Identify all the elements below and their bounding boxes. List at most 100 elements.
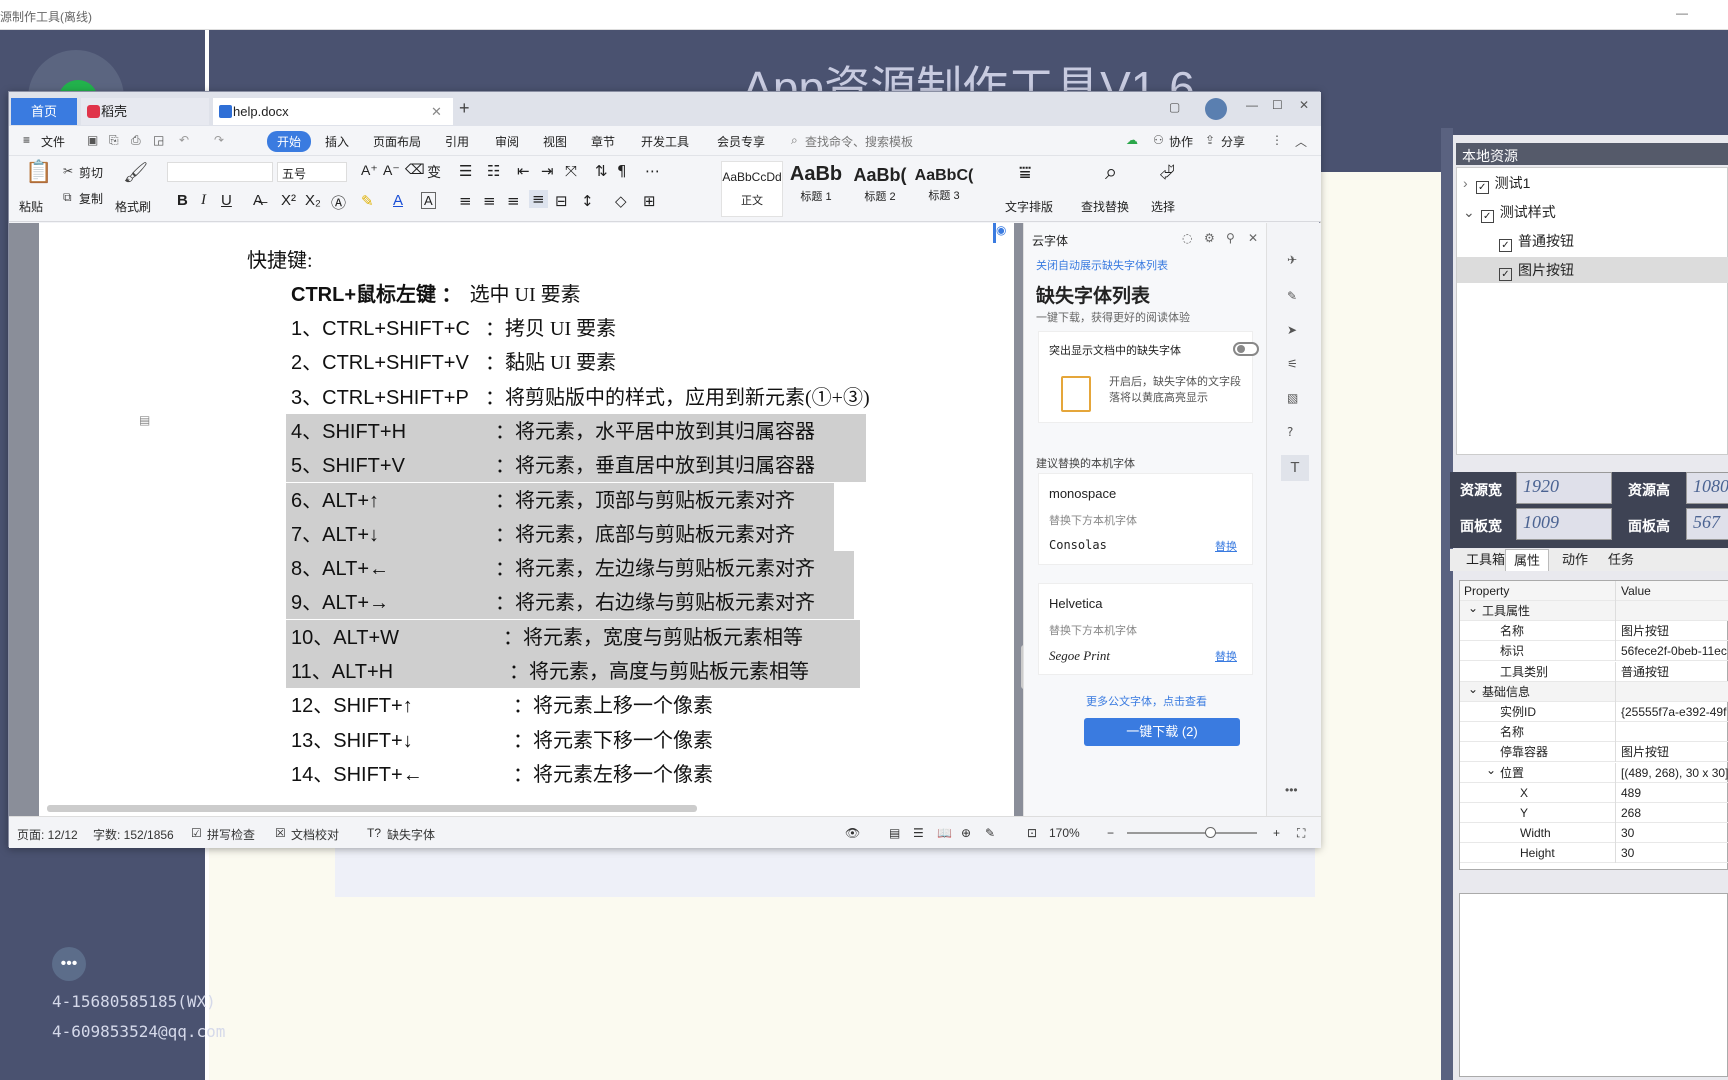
bullet-list-icon[interactable]: ☰	[459, 162, 472, 180]
chat-icon[interactable]: •••	[52, 947, 86, 981]
property-row[interactable]: X 489	[1460, 782, 1728, 803]
menu-view[interactable]: 视图	[543, 133, 567, 150]
export-icon[interactable]: ⎘	[109, 133, 119, 148]
tab-home[interactable]: 首页	[11, 98, 77, 125]
horizontal-scrollbar[interactable]	[47, 805, 697, 812]
line-spacing-icon[interactable]: ↕	[581, 192, 594, 210]
increase-indent-icon[interactable]: ⇥	[541, 162, 554, 180]
tab-daoke[interactable]: 稻壳	[81, 98, 209, 125]
justify-icon[interactable]: ≡	[529, 190, 548, 208]
phonetic-icon[interactable]: 变	[427, 162, 441, 182]
property-row[interactable]: 停靠容器 图片按钮	[1460, 742, 1728, 763]
italic-icon[interactable]: I	[201, 192, 206, 209]
res-width-field[interactable]: 1920	[1516, 472, 1612, 504]
find-replace-button[interactable]: 查找替换	[1081, 198, 1129, 215]
chevron-down-icon[interactable]: ⌄	[1463, 204, 1475, 220]
menu-start[interactable]: 开始	[267, 131, 312, 152]
sort-icon[interactable]: ⇅	[595, 162, 608, 180]
underline-icon[interactable]: U	[221, 192, 232, 209]
menu-member[interactable]: 会员专享	[717, 133, 765, 150]
gear-icon[interactable]: ⚙	[1204, 231, 1215, 245]
web-view-icon[interactable]: ⊕	[961, 826, 971, 840]
pen-icon[interactable]: ✎	[1287, 289, 1297, 303]
document-page[interactable]: ▤ 快捷键: CTRL+鼠标左键 ：选中 UI 要素 1、CTRL+SHIFT+C：…	[39, 223, 1029, 816]
auto-close-link[interactable]: 关闭自动展示缺失字体列表	[1036, 257, 1168, 273]
replace-link[interactable]: 替换	[1215, 538, 1237, 554]
highlight-toggle[interactable]	[1233, 342, 1259, 356]
chat-icon[interactable]: ◌	[1182, 231, 1192, 245]
checkbox[interactable]: ✓	[1475, 181, 1489, 194]
align-right-icon[interactable]: ≡	[507, 192, 520, 210]
maximize-icon[interactable]: ☐	[1272, 98, 1283, 112]
close-panel-icon[interactable]: ✕	[1248, 231, 1258, 245]
property-value[interactable]: 268	[1615, 803, 1728, 823]
minimize-icon[interactable]: —	[1676, 6, 1688, 20]
eye-icon[interactable]: 👁	[845, 826, 860, 840]
new-tab-icon[interactable]: +	[459, 98, 470, 119]
outline-view-icon[interactable]: ☰	[913, 826, 924, 840]
property-value[interactable]	[1615, 681, 1728, 702]
splitter[interactable]	[1441, 128, 1453, 1080]
text-layout-button[interactable]: 文字排版	[1005, 198, 1053, 215]
preview-icon[interactable]: ◲	[153, 133, 164, 147]
help-icon[interactable]: ?	[1287, 425, 1293, 439]
property-row[interactable]: 名称	[1460, 722, 1728, 743]
format-painter-button[interactable]: 格式刷	[115, 198, 151, 215]
missing-font-button[interactable]: 缺失字体	[387, 826, 435, 843]
decrease-indent-icon[interactable]: ⇤	[517, 162, 530, 180]
property-row[interactable]: ⌄ 位置 [(489, 268), 30 x 30]	[1460, 762, 1728, 783]
property-row[interactable]: 实例ID {25555f7a-e392-49f	[1460, 702, 1728, 722]
more-icon[interactable]: ⋮	[1271, 133, 1283, 147]
property-value[interactable]: 30	[1615, 843, 1728, 864]
command-search-input[interactable]: 查找命令、搜索模板	[805, 133, 913, 150]
undo-icon[interactable]: ↶	[179, 133, 189, 147]
strikethrough-icon[interactable]: A̶	[253, 192, 263, 209]
write-view-icon[interactable]: ✎	[985, 826, 995, 840]
tab-properties[interactable]: 属性	[1505, 549, 1550, 571]
property-row[interactable]: 工具类别 普通按钮	[1460, 661, 1728, 682]
menu-chapter[interactable]: 章节	[591, 133, 615, 150]
grow-font-icon[interactable]: A⁺	[361, 162, 378, 179]
numbered-list-icon[interactable]: ☷	[487, 162, 500, 180]
font-size-select[interactable]: 五号	[277, 162, 347, 182]
menu-references[interactable]: 引用	[445, 133, 469, 150]
paste-button[interactable]: 粘贴	[19, 198, 43, 215]
property-row[interactable]: Width 30	[1460, 823, 1728, 844]
menu-developer[interactable]: 开发工具	[641, 133, 689, 150]
paste-icon[interactable]: 📋	[25, 160, 52, 185]
property-value[interactable]: 普通按钮	[1615, 661, 1728, 682]
replace-link[interactable]: 替换	[1215, 648, 1237, 664]
tab-help-docx[interactable]: help.docx ✕	[213, 98, 453, 125]
property-row[interactable]: 名称 图片按钮	[1460, 621, 1728, 642]
checkbox[interactable]: ✓	[1499, 268, 1512, 281]
tree-item-test-style[interactable]: ⌄ ✓ 测试样式	[1457, 199, 1728, 225]
download-all-button[interactable]: 一键下载 (2)	[1084, 718, 1240, 746]
hamburger-icon[interactable]: ≡	[23, 133, 30, 147]
font-family-select[interactable]	[167, 162, 273, 182]
tab-tasks[interactable]: 任务	[1600, 549, 1642, 571]
location-pin-icon[interactable]: ◉	[993, 223, 1013, 243]
zoom-level[interactable]: 170%	[1049, 826, 1080, 840]
pin-icon[interactable]: ⚲	[1226, 231, 1235, 245]
cursor-icon[interactable]: ➤	[1287, 323, 1297, 337]
font-color-icon[interactable]: A	[393, 192, 403, 209]
redo-icon[interactable]: ↷	[214, 133, 224, 147]
user-avatar[interactable]	[1205, 98, 1227, 120]
close-tab-icon[interactable]: ✕	[431, 98, 442, 125]
property-value[interactable]	[1615, 601, 1728, 621]
tree-item-image-button[interactable]: ✓ 图片按钮	[1457, 257, 1728, 283]
property-value[interactable]: 图片按钮	[1615, 742, 1728, 763]
collapse-ribbon-icon[interactable]: ︿	[1295, 133, 1307, 150]
bold-icon[interactable]: B	[177, 192, 188, 209]
property-row[interactable]: Height 30	[1460, 843, 1728, 864]
text-effect-icon[interactable]: Ⓐ	[331, 192, 346, 213]
paragraph-mark-icon[interactable]: ¶	[617, 162, 627, 180]
property-value[interactable]: 图片按钮	[1615, 621, 1728, 642]
distribute-icon[interactable]: ⊟	[555, 192, 568, 210]
zoom-in-icon[interactable]: +	[1273, 826, 1280, 840]
zoom-slider-handle[interactable]	[1205, 827, 1216, 838]
more-fonts-link[interactable]: 更多公文字体，点击查看	[1086, 693, 1207, 709]
menu-review[interactable]: 审阅	[495, 133, 519, 150]
menu-file[interactable]: 文件	[41, 133, 65, 150]
tree-item-test1[interactable]: › ✓ 测试1	[1457, 170, 1728, 196]
